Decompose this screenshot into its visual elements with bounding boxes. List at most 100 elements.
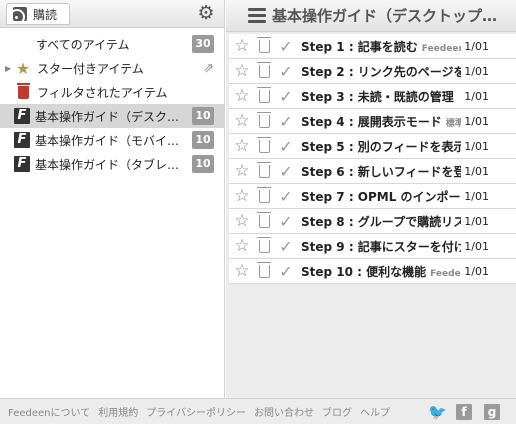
item-row[interactable]: ☆ ✓ Step 1 : 記事を読む Feedeen 1/01 (229, 34, 516, 59)
star-icon[interactable]: ☆ (231, 261, 253, 281)
item-date: 1/01 (464, 64, 489, 78)
trash-icon[interactable] (253, 161, 275, 178)
trash-icon (14, 82, 32, 99)
item-row[interactable]: ☆ ✓Step 10 : 便利な機能Feedeen1/01 (229, 259, 516, 284)
menu-icon[interactable] (248, 8, 266, 23)
external-link-icon[interactable]: ⇗ (203, 61, 214, 76)
item-title-text: Step 6 : 新しいフィードを登 (301, 164, 461, 179)
item-title[interactable]: Step 10 : 便利な機能Feedeen (297, 263, 461, 280)
item-date: 1/01 (464, 214, 489, 228)
sidebar-item-feed-desktop[interactable]: F 基本操作ガイド（デスク… 10 (0, 104, 224, 128)
footer-link-blog[interactable]: ブログ (322, 404, 352, 419)
check-icon[interactable]: ✓ (275, 237, 297, 256)
item-title[interactable]: Step 7 : OPML のインポート (297, 188, 461, 205)
star-icon[interactable]: ☆ (231, 111, 253, 131)
item-date: 1/01 (464, 264, 489, 278)
unread-count-badge: 10 (192, 131, 214, 149)
item-title[interactable]: Step 2 : リンク先のページを (297, 63, 461, 80)
trash-icon[interactable] (253, 61, 275, 78)
sidebar-item-filtered[interactable]: フィルタされたアイテム (0, 80, 224, 104)
feed-list: すべてのアイテム 30 ▶ ★ スター付きアイテム ⇗ フィルタされたアイテム … (0, 28, 224, 176)
item-list-pane: 基本操作ガイド（デスクトップ… ☆ ✓ Step 1 : 記事を読む Feedeen 1… (226, 0, 516, 398)
trash-icon[interactable] (253, 111, 275, 128)
rss-icon (13, 7, 27, 21)
item-title[interactable]: Step 4 : 展開表示モード 標準 (297, 113, 461, 130)
facebook-icon[interactable]: f (456, 404, 472, 420)
star-icon[interactable]: ☆ (231, 161, 253, 181)
star-icon[interactable]: ☆ (231, 36, 253, 56)
star-icon[interactable]: ☆ (231, 236, 253, 256)
item-row[interactable]: ☆ ✓ Step 6 : 新しいフィードを登 1/01 (229, 159, 516, 184)
star-icon[interactable]: ☆ (231, 211, 253, 231)
item-list-header: 基本操作ガイド（デスクトップ… (226, 0, 516, 32)
item-row[interactable]: ☆ ✓ Step 9 : 記事にスターを付け 1/01 (229, 234, 516, 259)
check-icon[interactable]: ✓ (275, 262, 297, 281)
item-date: 1/01 (464, 164, 489, 178)
footer-link-privacy[interactable]: プライバシーポリシー (146, 404, 246, 419)
trash-icon[interactable] (253, 186, 275, 203)
star-icon[interactable]: ☆ (231, 61, 253, 81)
check-icon[interactable]: ✓ (275, 187, 297, 206)
footer-link-help[interactable]: ヘルプ (360, 404, 390, 419)
item-date: 1/01 (464, 39, 489, 53)
subscriptions-tab[interactable]: 購読 (6, 3, 70, 25)
item-title-text: Step 2 : リンク先のページを (301, 64, 461, 79)
item-title-text: Step 4 : 展開表示モード (301, 114, 442, 129)
check-icon[interactable]: ✓ (275, 62, 297, 81)
check-icon[interactable]: ✓ (275, 37, 297, 56)
sidebar-item-starred[interactable]: ▶ ★ スター付きアイテム ⇗ (0, 56, 224, 80)
footer-link-contact[interactable]: お問い合わせ (254, 404, 314, 419)
sidebar-header: 購読 ⚙ (0, 0, 224, 28)
item-title[interactable]: Step 6 : 新しいフィードを登 (297, 163, 461, 180)
item-title[interactable]: Step 3 : 未読・既読の管理 (297, 88, 461, 105)
star-icon[interactable]: ☆ (231, 186, 253, 206)
item-list: ☆ ✓ Step 1 : 記事を読む Feedeen 1/01 ☆ ✓ Step 2 : リン… (226, 32, 516, 284)
sidebar-item-label: 基本操作ガイド（タブレ… (35, 157, 180, 172)
item-row[interactable]: ☆ ✓ Step 5 : 別のフィードを表示 1/01 (229, 134, 516, 159)
footer-link-about[interactable]: Feedeenについて (8, 404, 90, 419)
item-title[interactable]: Step 1 : 記事を読む Feedeen (297, 38, 461, 55)
trash-icon[interactable] (253, 211, 275, 228)
item-row[interactable]: ☆ ✓ Step 4 : 展開表示モード 標準 1/01 (229, 109, 516, 134)
social-links: 🐦 f g (428, 404, 500, 420)
item-row[interactable]: ☆ ✓ Step 3 : 未読・既読の管理 1/01 (229, 84, 516, 109)
item-title[interactable]: Step 5 : 別のフィードを表示 (297, 138, 461, 155)
trash-icon[interactable] (253, 261, 275, 278)
check-icon[interactable]: ✓ (275, 137, 297, 156)
google-plus-icon[interactable]: g (484, 404, 500, 420)
feedeen-icon: F (14, 156, 30, 172)
expand-arrow-icon[interactable]: ▶ (5, 64, 11, 73)
check-icon[interactable]: ✓ (275, 162, 297, 181)
gear-icon[interactable]: ⚙ (196, 3, 216, 23)
sidebar-item-label: 基本操作ガイド（デスク… (35, 109, 180, 124)
item-title-text: Step 9 : 記事にスターを付け (301, 239, 461, 254)
item-date: 1/01 (464, 189, 489, 203)
feedeen-icon: F (14, 132, 30, 148)
unread-count-badge: 10 (192, 107, 214, 125)
check-icon[interactable]: ✓ (275, 212, 297, 231)
sidebar-item-feed-mobile[interactable]: F 基本操作ガイド（モバイ… 10 (0, 128, 224, 152)
star-icon[interactable]: ☆ (231, 136, 253, 156)
item-row[interactable]: ☆ ✓ Step 8 : グループで購読リス 1/01 (229, 209, 516, 234)
sidebar: 購読 ⚙ すべてのアイテム 30 ▶ ★ スター付きアイテム ⇗ フィルタされた… (0, 0, 225, 398)
item-title-text: Step 1 : 記事を読む (301, 39, 418, 54)
twitter-icon[interactable]: 🐦 (428, 404, 447, 420)
item-row[interactable]: ☆ ✓ Step 2 : リンク先のページを 1/01 (229, 59, 516, 84)
item-row[interactable]: ☆ ✓ Step 7 : OPML のインポート 1/01 (229, 184, 516, 209)
item-date: 1/01 (464, 239, 489, 253)
trash-icon[interactable] (253, 36, 275, 53)
item-date: 1/01 (464, 114, 489, 128)
sidebar-item-all-items[interactable]: すべてのアイテム 30 (0, 32, 224, 56)
check-icon[interactable]: ✓ (275, 112, 297, 131)
check-icon[interactable]: ✓ (275, 87, 297, 106)
trash-icon[interactable] (253, 86, 275, 103)
item-source: Feedeen (421, 43, 461, 54)
footer-link-terms[interactable]: 利用規約 (98, 404, 138, 419)
item-title[interactable]: Step 9 : 記事にスターを付け (297, 238, 461, 255)
item-title[interactable]: Step 8 : グループで購読リス (297, 213, 461, 230)
item-title-text: Step 8 : グループで購読リス (301, 214, 461, 229)
trash-icon[interactable] (253, 236, 275, 253)
sidebar-item-feed-tablet[interactable]: F 基本操作ガイド（タブレ… 10 (0, 152, 224, 176)
star-icon[interactable]: ☆ (231, 86, 253, 106)
trash-icon[interactable] (253, 136, 275, 153)
